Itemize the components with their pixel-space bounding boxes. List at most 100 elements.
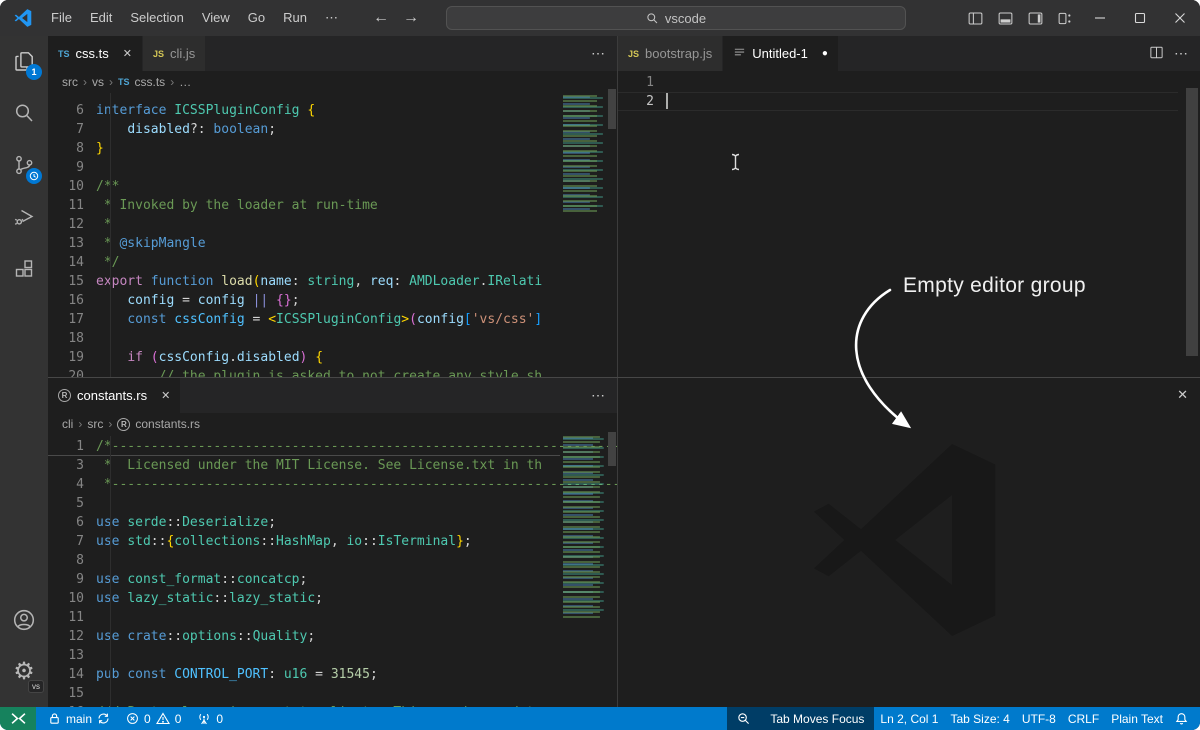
menu-file[interactable]: File [42,0,81,36]
toggle-panel-icon[interactable] [990,0,1020,36]
breadcrumb-item[interactable]: src [62,75,78,89]
maximize-button[interactable] [1120,0,1160,36]
code-line[interactable]: 15 [48,684,560,703]
code-line[interactable]: 9use const_format::concatcp; [48,570,560,589]
tab-untitled-1[interactable]: Untitled-1 ● [723,36,839,71]
run-debug-icon[interactable] [0,192,48,242]
tab-constants-rs[interactable]: R constants.rs ✕ [48,378,181,413]
eol-item[interactable]: CRLF [1062,707,1105,730]
tab-bar: TS css.ts ✕ JS cli.js ⋯ [48,36,617,71]
branch-status-item[interactable]: main [42,707,116,730]
code-line[interactable]: 8 [48,551,560,570]
code-line[interactable]: 10/** [48,177,560,196]
code-line[interactable]: 5 [48,494,560,513]
code-line[interactable]: 17 const cssConfig = <ICSSPluginConfig>(… [48,310,560,329]
nav-back-icon[interactable]: ← [373,9,389,27]
code-line[interactable]: 15export function load(name: string, req… [48,272,560,291]
toggle-sidebar-icon[interactable] [960,0,990,36]
more-actions-icon[interactable]: ⋯ [591,387,605,404]
editor-scrollbar[interactable] [1186,88,1198,356]
breadcrumb-item[interactable]: vs [92,75,104,89]
split-editor-icon[interactable] [1149,45,1164,63]
zoom-status-item[interactable] [727,707,760,730]
code-line[interactable]: 16 config = config || {}; [48,291,560,310]
close-group-icon[interactable]: ✕ [1177,387,1188,403]
source-control-icon[interactable] [0,140,48,190]
title-bar: File Edit Selection View Go Run ⋯ ← → vs… [0,0,1200,36]
editor-scrollbar[interactable] [608,432,616,466]
menu-edit[interactable]: Edit [81,0,121,36]
dirty-indicator-icon[interactable]: ● [822,48,828,59]
breadcrumb-item[interactable]: css.ts [135,75,166,89]
command-center-search[interactable]: vscode [446,6,906,30]
code-editor-untitled[interactable]: 12 [618,71,1200,377]
code-line[interactable]: 12use crate::options::Quality; [48,627,560,646]
customize-layout-icon[interactable] [1050,0,1080,36]
remote-indicator-button[interactable] [0,707,36,730]
editor-group-sash[interactable] [617,36,618,707]
menu-go[interactable]: Go [239,0,274,36]
editor-group-sash[interactable] [48,377,1200,378]
cursor-position-item[interactable]: Ln 2, Col 1 [874,707,944,730]
code-line[interactable]: 19 if (cssConfig.disabled) { [48,348,560,367]
code-line[interactable]: 11 [48,608,560,627]
tab-bootstrap-js[interactable]: JS bootstrap.js [618,36,723,71]
more-actions-icon[interactable]: ⋯ [1174,45,1188,62]
code-line[interactable]: 1 [618,73,1178,92]
code-line[interactable]: 11 * Invoked by the loader at run-time [48,196,560,215]
code-editor-constants-rs[interactable]: 1/*-------------------------------------… [48,436,617,707]
code-line[interactable]: 3 * Licensed under the MIT License. See … [48,456,560,475]
tab-moves-focus-item[interactable]: Tab Moves Focus [760,707,874,730]
radio-tower-icon [197,712,211,725]
tab-cli-js[interactable]: JS cli.js [143,36,206,71]
code-line[interactable]: 6interface ICSSPluginConfig { [48,101,560,120]
breadcrumb-item[interactable]: constants.rs [135,417,200,431]
code-line[interactable]: 8} [48,139,560,158]
ports-status-item[interactable]: 0 [191,707,229,730]
code-line[interactable]: 6use serde::Deserialize; [48,513,560,532]
code-line[interactable]: 7 disabled?: boolean; [48,120,560,139]
breadcrumb-item[interactable]: src [87,417,103,431]
problems-status-item[interactable]: 0 0 [120,707,187,730]
breadcrumb-item[interactable]: cli [62,417,73,431]
tab-css-ts[interactable]: TS css.ts ✕ [48,36,143,71]
menu-selection[interactable]: Selection [121,0,192,36]
code-line[interactable]: 4 *-------------------------------------… [48,475,560,494]
code-line[interactable]: 7use std::{collections::HashMap, io::IsT… [48,532,560,551]
extensions-icon[interactable] [0,244,48,294]
code-line[interactable]: 12 * [48,215,560,234]
code-line[interactable]: 1/*-------------------------------------… [48,437,560,456]
close-window-button[interactable] [1160,0,1200,36]
toggle-secondary-sidebar-icon[interactable] [1020,0,1050,36]
indentation-item[interactable]: Tab Size: 4 [944,707,1015,730]
minimap[interactable] [563,436,605,618]
search-view-icon[interactable] [0,88,48,138]
minimize-button[interactable] [1080,0,1120,36]
menu-view[interactable]: View [193,0,239,36]
breadcrumb-item[interactable]: … [179,75,191,89]
more-actions-icon[interactable]: ⋯ [591,45,605,62]
explorer-icon[interactable]: 1 [0,36,48,86]
minimap[interactable] [563,95,605,213]
code-line[interactable]: 2 [618,92,1178,111]
encoding-item[interactable]: UTF-8 [1016,707,1062,730]
code-editor-css-ts[interactable]: 6interface ICSSPluginConfig {7 disabled?… [48,93,617,377]
code-line[interactable]: 14pub const CONTROL_PORT: u16 = 31545; [48,665,560,684]
code-line[interactable]: 18 [48,329,560,348]
language-mode-item[interactable]: Plain Text [1105,707,1169,730]
editor-scrollbar[interactable] [608,89,616,129]
close-tab-icon[interactable]: ✕ [123,47,132,60]
notifications-item[interactable] [1169,707,1194,730]
code-line[interactable]: 13 [48,646,560,665]
code-line[interactable]: 10use lazy_static::lazy_static; [48,589,560,608]
code-line[interactable]: 13 * @skipMangle [48,234,560,253]
code-line[interactable]: 14 */ [48,253,560,272]
menu-overflow-button[interactable]: ⋯ [316,0,347,36]
settings-gear-icon[interactable]: ⚙ vs [0,647,48,697]
menu-run[interactable]: Run [274,0,316,36]
nav-forward-icon[interactable]: → [403,9,419,27]
code-line[interactable]: 9 [48,158,560,177]
accounts-icon[interactable] [0,595,48,645]
code-line[interactable]: 20 // the plugin is asked to not create … [48,367,560,377]
close-tab-icon[interactable]: ✕ [161,389,170,402]
